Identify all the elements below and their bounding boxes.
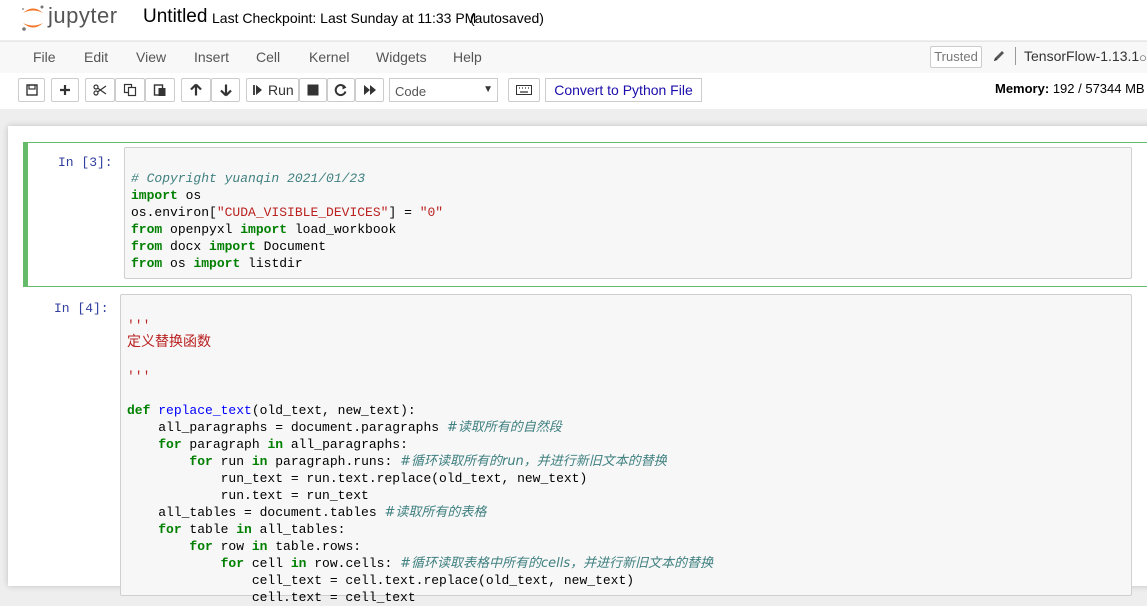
code-line: # Copyright yuanqin 2021/01/23 — [131, 171, 366, 186]
copy-icon — [123, 83, 137, 97]
fast-forward-icon — [363, 85, 376, 95]
code-line: from docx import Document — [131, 239, 327, 254]
code-line: for table in all_tables: — [158, 522, 346, 537]
code-line: cell_text = cell.text.replace(old_text, … — [127, 573, 635, 588]
input-prompt: In [4]: — [54, 301, 109, 316]
header: jupyter Untitled Last Checkpoint: Last S… — [0, 0, 1147, 40]
move-down-button[interactable] — [211, 78, 240, 102]
memory-label: Memory: — [995, 81, 1050, 96]
input-prompt: In [3]: — [58, 155, 113, 170]
notebook-title[interactable]: Untitled — [143, 6, 207, 28]
menu-cell[interactable]: Cell — [256, 49, 280, 65]
pencil-icon[interactable] — [992, 48, 1006, 64]
menu-edit[interactable]: Edit — [84, 49, 108, 65]
notebook-container: In [3]: # Copyright yuanqin 2021/01/23 i… — [8, 126, 1147, 605]
code-editor[interactable]: # Copyright yuanqin 2021/01/23 import os… — [124, 147, 1132, 279]
stop-icon — [307, 84, 319, 96]
run-label: Run — [268, 82, 294, 98]
refresh-icon — [334, 84, 347, 96]
logo-text: jupyter — [48, 3, 118, 28]
menu-view[interactable]: View — [136, 49, 166, 65]
code-editor[interactable]: ''' 定义替换函数 ''' def replace_text(old_text… — [120, 294, 1132, 605]
plus-icon — [60, 85, 70, 95]
keyboard-icon — [516, 85, 532, 95]
code-line: run.text = run_text — [127, 488, 369, 503]
cell-type-value: Code — [395, 84, 427, 99]
arrow-up-icon — [190, 83, 202, 96]
code-line: for run in paragraph.runs: #循环读取所有的run，并… — [189, 454, 667, 469]
code-line: from openpyxl import load_workbook — [131, 222, 397, 237]
code-line: from os import listdir — [131, 256, 303, 271]
code-line: all_tables = document.tables #读取所有的表格 — [127, 505, 487, 520]
code-line: for paragraph in all_paragraphs: — [158, 437, 408, 452]
code-line: os.environ["CUDA_VISIBLE_DEVICES"] = "0" — [131, 205, 444, 220]
code-line: def replace_text(old_text, new_text): — [127, 403, 416, 418]
menu-widgets[interactable]: Widgets — [376, 49, 427, 65]
arrow-down-icon — [219, 84, 232, 97]
code-line: ''' — [127, 369, 151, 384]
move-up-button[interactable] — [181, 78, 211, 102]
command-palette-button[interactable] — [508, 78, 540, 102]
copy-button[interactable] — [115, 78, 145, 102]
memory-usage: Memory: 192 / 57344 MB — [995, 81, 1145, 96]
menu-insert[interactable]: Insert — [194, 49, 229, 65]
kernel-name[interactable]: TensorFlow-1.13.1 — [1024, 48, 1139, 64]
paste-icon — [153, 84, 166, 96]
code-line: run_text = run.text.replace(old_text, ne… — [127, 471, 588, 486]
last-checkpoint: Last Checkpoint: Last Sunday at 11:33 PM — [212, 10, 477, 26]
save-button[interactable] — [18, 78, 45, 102]
restart-button[interactable] — [327, 78, 355, 102]
trusted-indicator[interactable]: Trusted — [930, 46, 982, 68]
kernel-separator — [1015, 47, 1016, 65]
restart-run-all-button[interactable] — [355, 78, 384, 102]
caret-down-icon: ▼ — [483, 84, 493, 95]
code-line: import os — [131, 188, 202, 203]
code-line: ''' — [127, 318, 151, 333]
run-button[interactable]: Run — [246, 78, 299, 102]
step-forward-icon — [253, 85, 262, 95]
jupyter-logo-icon — [22, 5, 44, 31]
code-cell[interactable]: In [4]: ''' 定义替换函数 ''' def replace_text(… — [23, 291, 1147, 605]
cut-button[interactable] — [85, 78, 115, 102]
code-line: cell.text = cell_text — [127, 590, 416, 605]
memory-value: 192 / 57344 MB — [1052, 81, 1145, 96]
kernel-status-icon: ○ — [1139, 50, 1147, 65]
insert-cell-button[interactable] — [51, 78, 79, 102]
convert-to-python-button[interactable]: Convert to Python File — [545, 78, 702, 102]
scissors-icon — [93, 84, 107, 96]
code-line: 定义替换函数 — [127, 334, 211, 350]
code-text: ''' 定义替换函数 ''' def replace_text(old_text… — [127, 300, 713, 606]
autosave-status: (autosaved) — [470, 10, 544, 26]
menu-help[interactable]: Help — [453, 49, 482, 65]
code-cell[interactable]: In [3]: # Copyright yuanqin 2021/01/23 i… — [23, 142, 1147, 287]
code-text: # Copyright yuanqin 2021/01/23 import os… — [131, 153, 443, 272]
code-line: for cell in row.cells: #循环读取表格中所有的cells，… — [220, 556, 714, 571]
code-line: for row in table.rows: — [189, 539, 362, 554]
interrupt-button[interactable] — [299, 78, 327, 102]
code-line: all_paragraphs = document.paragraphs #读取… — [127, 420, 562, 435]
paste-button[interactable] — [145, 78, 175, 102]
cell-type-select[interactable]: Code ▼ — [389, 78, 498, 102]
menu-kernel[interactable]: Kernel — [309, 49, 349, 65]
menu-file[interactable]: File — [33, 49, 56, 65]
save-icon — [25, 84, 38, 96]
